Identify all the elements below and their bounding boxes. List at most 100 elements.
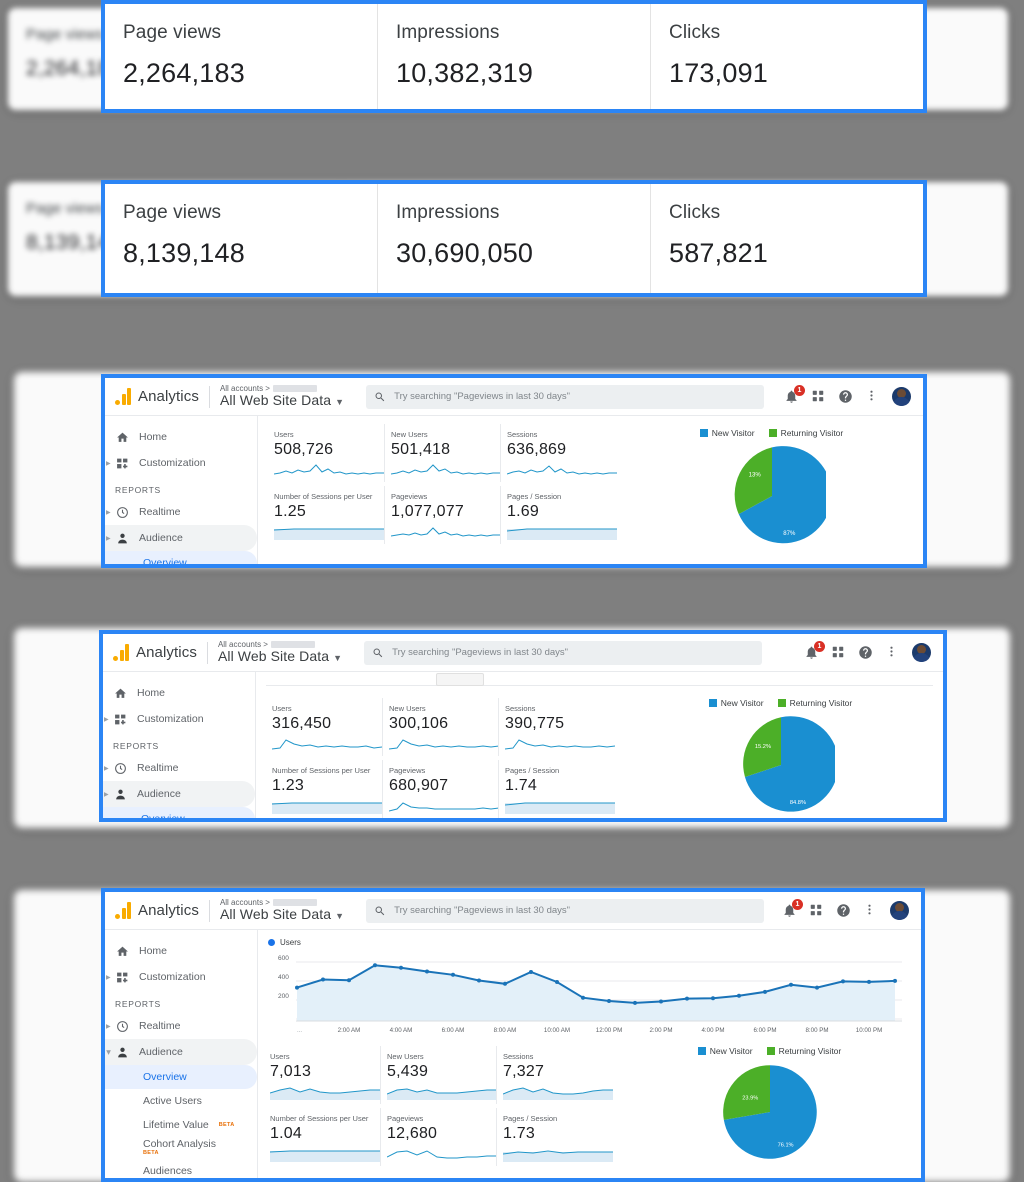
search-placeholder: Try searching "Pageviews in last 30 days… [394, 391, 571, 402]
apps-grid-icon[interactable] [811, 389, 827, 405]
more-options-kebab-icon[interactable] [863, 903, 879, 919]
sidebar-item-audiences[interactable]: Audiences [105, 1159, 257, 1178]
stat-value-impressions: 30,690,050 [396, 238, 534, 268]
metric-card-pageviews[interactable]: Pageviews 680,907 [382, 760, 499, 818]
person-icon [113, 787, 127, 801]
notifications-bell-icon[interactable]: 1 [784, 384, 805, 405]
sidebar-item-home[interactable]: Home [105, 938, 257, 964]
avatar[interactable] [912, 643, 931, 662]
chevron-down-icon: ▼ [335, 910, 345, 921]
analytics-app-1: Analytics All accounts > All Web Site Da… [105, 378, 923, 564]
metric-card-sessions[interactable]: Sessions 636,869 [500, 424, 617, 482]
metric-card-new-users[interactable]: New Users 300,106 [382, 698, 499, 756]
sidebar-item-realtime[interactable]: ▶ Realtime [105, 1013, 257, 1039]
sidebar-item-label: Realtime [139, 1020, 181, 1032]
metric-card-sessions-per-user[interactable]: Number of Sessions per User 1.23 [266, 760, 382, 818]
legend-swatch [697, 1047, 706, 1055]
metric-label: Sessions [505, 704, 536, 713]
metric-row: Users 508,726 New Users 501,418 Sessions [268, 424, 630, 482]
sidebar-item-overview[interactable]: Overview [105, 1065, 257, 1089]
chart-handle[interactable] [436, 673, 484, 686]
notifications-bell-icon[interactable]: 1 [782, 898, 803, 919]
metric-card-pages-per-session[interactable]: Pages / Session 1.73 [496, 1108, 613, 1166]
help-icon[interactable] [858, 645, 874, 661]
sidebar-item-audience[interactable]: ▶ Audience [105, 1039, 257, 1065]
metric-card-sessions[interactable]: Sessions 7,327 [496, 1046, 613, 1104]
metric-card-sessions-per-user[interactable]: Number of Sessions per User 1.04 [264, 1108, 380, 1166]
search-input[interactable]: Try searching "Pageviews in last 30 days… [364, 640, 763, 665]
avatar[interactable] [892, 387, 911, 406]
highlight-region-stat-strip-1[interactable]: Page views 2,264,183 Impressions 10,382,… [101, 0, 927, 113]
metric-card-pageviews[interactable]: Pageviews 12,680 [380, 1108, 497, 1166]
metric-label: Pageviews [387, 1114, 424, 1123]
metric-label: Pages / Session [503, 1114, 558, 1123]
sidebar-item-cohort-analysis[interactable]: Cohort Analysis BETA [105, 1137, 257, 1159]
metric-value: 5,439 [387, 1063, 429, 1080]
pie-legend: New Visitor Returning Visitor [708, 698, 852, 708]
metric-card-new-users[interactable]: New Users 501,418 [384, 424, 501, 482]
notifications-bell-icon[interactable]: 1 [804, 640, 825, 661]
help-icon[interactable] [838, 389, 854, 405]
app-header: Analytics All accounts > All Web Site Da… [103, 634, 943, 672]
analytics-app-3: Analytics All accounts > All Web Site Da… [105, 892, 921, 1178]
search-input[interactable]: Try searching "Pageviews in last 30 days… [366, 384, 765, 409]
sidebar-item-active-users[interactable]: Active Users [105, 1089, 257, 1113]
metric-card-users[interactable]: Users 7,013 [264, 1046, 380, 1104]
app-body: Home ▶ Customization REPORTS ▶ Realtime [103, 672, 943, 818]
account-selector[interactable]: All accounts > All Web Site Data ▼ [218, 640, 342, 665]
avatar[interactable] [890, 901, 909, 920]
metric-card-users[interactable]: Users 508,726 [268, 424, 384, 482]
highlight-region-analytics-2[interactable]: Analytics All accounts > All Web Site Da… [99, 630, 947, 822]
metric-card-pages-per-session[interactable]: Pages / Session 1.74 [498, 760, 615, 818]
metric-card-pages-per-session[interactable]: Pages / Session 1.69 [500, 486, 617, 544]
metric-card-sessions[interactable]: Sessions 390,775 [498, 698, 615, 756]
sidebar-item-overview[interactable]: Overview [105, 551, 257, 564]
apps-grid-icon[interactable] [831, 645, 847, 661]
sidebar-section-reports: REPORTS [115, 485, 161, 495]
visitor-type-pie-panel: New Visitor Returning Visitor 76.1% 23.9… [626, 1042, 913, 1178]
sidebar-item-customization[interactable]: ▶ Customization [105, 450, 257, 476]
sidebar-item-customization[interactable]: ▶ Customization [105, 964, 257, 990]
more-options-kebab-icon[interactable] [865, 389, 881, 405]
highlight-region-analytics-3[interactable]: Analytics All accounts > All Web Site Da… [101, 888, 925, 1182]
more-options-kebab-icon[interactable] [885, 645, 901, 661]
x-tick: 10:00 PM [856, 1027, 882, 1034]
stat-cell-clicks: Clicks 587,821 [650, 184, 923, 293]
pie-legend: New Visitor Returning Visitor [699, 428, 843, 438]
analytics-app-2: Analytics All accounts > All Web Site Da… [103, 634, 943, 818]
sparkline-chart [270, 1087, 380, 1100]
sidebar: Home ▶ Customization REPORTS ▶ Realtime [103, 672, 255, 818]
sidebar-item-home[interactable]: Home [103, 680, 255, 706]
sidebar-item-lifetime-value[interactable]: Lifetime Value BETA [105, 1113, 257, 1137]
account-selector[interactable]: All accounts > All Web Site Data ▼ [220, 384, 344, 409]
metric-row: Number of Sessions per User 1.23 Pagevie… [266, 760, 628, 818]
sidebar-item-customization[interactable]: ▶ Customization [103, 706, 255, 732]
app-header: Analytics All accounts > All Web Site Da… [105, 378, 923, 416]
help-icon[interactable] [836, 903, 852, 919]
metric-value: 7,013 [270, 1063, 312, 1080]
metric-label: Users [272, 704, 292, 713]
sidebar-item-realtime[interactable]: ▶ Realtime [105, 499, 257, 525]
highlight-region-stat-strip-2[interactable]: Page views 8,139,148 Impressions 30,690,… [101, 180, 927, 297]
metric-card-users[interactable]: Users 316,450 [266, 698, 382, 756]
sidebar-section-reports: REPORTS [115, 999, 161, 1009]
account-selector[interactable]: All accounts > All Web Site Data ▼ [220, 898, 345, 923]
sidebar-item-label: Audience [139, 1046, 183, 1058]
notification-badge: 1 [794, 384, 805, 396]
customization-icon [115, 970, 129, 984]
screenshot-canvas: Page views 2,264,183 Impressions 10,382,… [0, 0, 1024, 1182]
metric-card-pageviews[interactable]: Pageviews 1,077,077 [384, 486, 501, 544]
sidebar-item-audience[interactable]: ▶ Audience [103, 781, 255, 807]
sidebar-item-audience[interactable]: ▶ Audience [105, 525, 257, 551]
search-input[interactable]: Try searching "Pageviews in last 30 days… [366, 898, 765, 923]
metric-card-new-users[interactable]: New Users 5,439 [380, 1046, 497, 1104]
sidebar-item-realtime[interactable]: ▶ Realtime [103, 755, 255, 781]
metric-card-sessions-per-user[interactable]: Number of Sessions per User 1.25 [268, 486, 384, 544]
highlight-region-analytics-1[interactable]: Analytics All accounts > All Web Site Da… [101, 374, 927, 568]
stat-label-impressions: Impressions [396, 202, 500, 223]
sparkline-chart [274, 464, 384, 475]
apps-grid-icon[interactable] [809, 903, 825, 919]
sidebar-item-home[interactable]: Home [105, 424, 257, 450]
metric-value: 1.69 [507, 503, 539, 520]
sidebar-item-overview[interactable]: Overview [103, 807, 255, 818]
